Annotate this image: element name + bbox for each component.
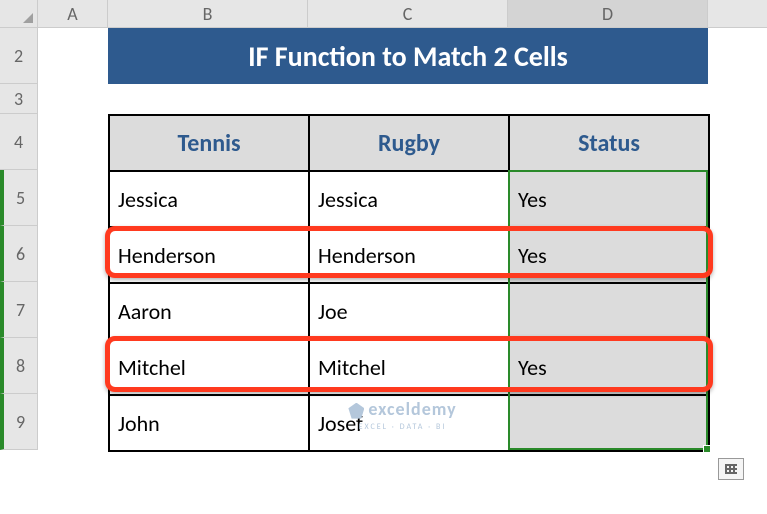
header-tennis[interactable]: Tennis: [109, 115, 309, 171]
cell-status[interactable]: [509, 283, 709, 339]
watermark-sub: EXCEL · DATA · BI: [38, 422, 767, 432]
row-header-8[interactable]: 8: [0, 338, 37, 394]
autofill-options-button[interactable]: [718, 458, 744, 480]
row-header-3[interactable]: 3: [0, 84, 37, 114]
table-row: Jessica Jessica Yes: [109, 171, 709, 227]
watermark-logo: exceldemy: [38, 398, 767, 420]
header-rugby[interactable]: Rugby: [309, 115, 509, 171]
cell-tennis[interactable]: Mitchel: [109, 339, 309, 395]
cells-area: IF Function to Match 2 Cells Tennis Rugb…: [38, 28, 767, 450]
cube-icon: [348, 403, 364, 419]
table-row: Henderson Henderson Yes: [109, 227, 709, 283]
row-header-4[interactable]: 4: [0, 114, 37, 170]
row-header-7[interactable]: 7: [0, 282, 37, 338]
col-header-A[interactable]: A: [38, 0, 108, 27]
cell-status[interactable]: Yes: [509, 171, 709, 227]
cell-rugby[interactable]: Joe: [309, 283, 509, 339]
table-row: Aaron Joe: [109, 283, 709, 339]
cell-rugby[interactable]: Mitchel: [309, 339, 509, 395]
cell-rugby[interactable]: Jessica: [309, 171, 509, 227]
select-all-corner[interactable]: [0, 0, 38, 27]
spreadsheet: A B C D 2 3 4 5 6 7 8 9 IF Function to M…: [0, 0, 767, 514]
row-header-5[interactable]: 5: [0, 170, 37, 226]
title-merged-cell[interactable]: IF Function to Match 2 Cells: [108, 28, 708, 84]
header-status[interactable]: Status: [509, 115, 709, 171]
col-header-C[interactable]: C: [308, 0, 508, 27]
cell-rugby[interactable]: Henderson: [309, 227, 509, 283]
row-headers: 2 3 4 5 6 7 8 9: [0, 28, 38, 450]
cell-tennis[interactable]: Henderson: [109, 227, 309, 283]
row-header-6[interactable]: 6: [0, 226, 37, 282]
column-headers: A B C D: [0, 0, 767, 28]
col-header-B[interactable]: B: [108, 0, 308, 27]
row-header-9[interactable]: 9: [0, 394, 37, 450]
cell-status[interactable]: Yes: [509, 227, 709, 283]
row-header-2[interactable]: 2: [0, 28, 37, 84]
col-header-D[interactable]: D: [508, 0, 708, 27]
table-row: Mitchel Mitchel Yes: [109, 339, 709, 395]
header-row: Tennis Rugby Status: [109, 115, 709, 171]
cell-tennis[interactable]: Aaron: [109, 283, 309, 339]
cell-tennis[interactable]: Jessica: [109, 171, 309, 227]
cell-status[interactable]: Yes: [509, 339, 709, 395]
